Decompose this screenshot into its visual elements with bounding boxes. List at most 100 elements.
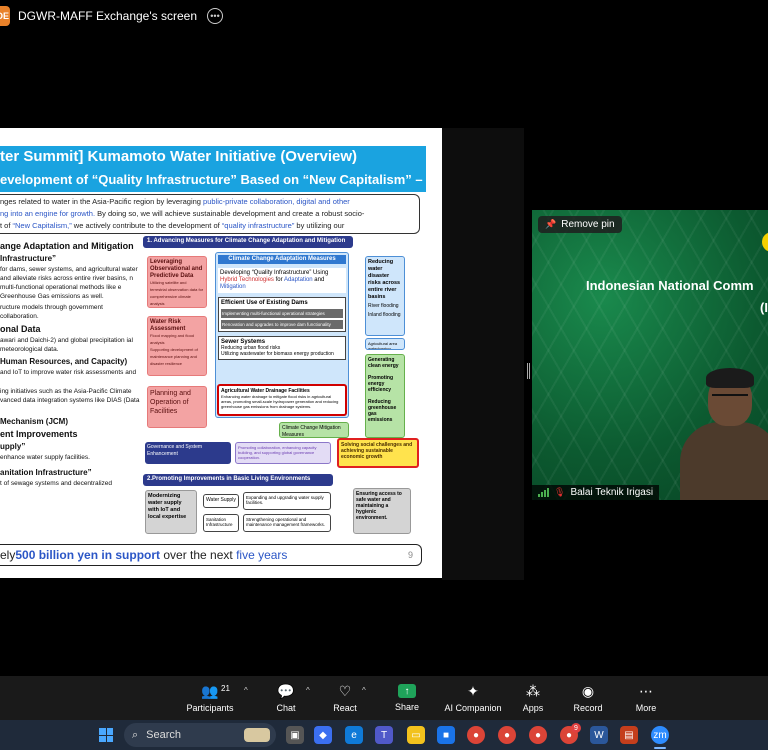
section-heading: Infrastructure” (0, 254, 57, 263)
file-explorer-icon[interactable]: ▭ (407, 726, 425, 744)
zoom-icon[interactable]: zm (651, 726, 669, 744)
teams-icon[interactable]: T (375, 726, 393, 744)
intro-highlight: “quality infrastructure” (221, 221, 295, 230)
slide-title: ter Summit] Kumamoto Water Initiative (O… (0, 148, 358, 165)
box-title: Water Risk Assessment (150, 319, 186, 332)
chat-caret-icon[interactable]: ^ (306, 686, 310, 695)
planning-box: Planning and Operation of Facilities (147, 386, 207, 428)
windows-start-icon[interactable] (99, 728, 113, 742)
mic-off-icon: 🎙 (554, 487, 566, 497)
section-heading: upply” (0, 442, 26, 451)
chat-button[interactable]: 💬 Chat (254, 676, 318, 720)
developing-box: Developing “Quality Infrastructure” Usin… (218, 268, 346, 293)
remove-pin-button[interactable]: 📌 Remove pin (538, 216, 622, 233)
footer-highlight: five years (236, 548, 288, 562)
chrome-icon[interactable]: ● (467, 726, 485, 744)
word-icon[interactable]: W (590, 726, 608, 744)
water-supply-box: Water Supply (203, 494, 239, 508)
sharer-badge: DE (0, 6, 10, 26)
react-button[interactable]: ♡ React (313, 676, 377, 720)
video-banner-title: Indonesian National Comm (586, 278, 754, 293)
copilot-icon[interactable]: ◆ (314, 726, 332, 744)
react-label: React (333, 703, 357, 713)
more-options-icon[interactable]: ••• (207, 8, 223, 24)
pdf-icon[interactable]: ▤ (620, 726, 638, 744)
box-highlight: Hybrid Technologies (220, 277, 274, 283)
ai-companion-button[interactable]: ✦ AI Companion (441, 676, 505, 720)
box-title: Reducing water disaster risks across ent… (368, 259, 401, 300)
section-heading: anitation Infrastructure” (0, 468, 92, 477)
agri-drainage-box: Agricultural Water Drainage Facilities E… (217, 384, 347, 416)
os-taskbar: ⌕ Search ▣ ◆ e T ▭ ■ ● ● ● ● 9 W ▤ zm (0, 720, 768, 750)
box-text: Enhancing water drainage to mitigate flo… (221, 394, 339, 409)
intro-highlight: ng into an engine for growth. (0, 209, 96, 218)
sanitation-box: Sanitation Infrastructure (203, 514, 239, 532)
sanitation-sub-box: Strengthening operational and maintenanc… (243, 514, 331, 532)
intro-text: by utilizing our (294, 221, 345, 230)
intro-text: t of (0, 221, 13, 230)
participant-name: Balai Teknik Irigasi (570, 487, 654, 498)
remove-pin-label: Remove pin (561, 219, 615, 230)
box-text: Renovation and upgrades to improve dam f… (221, 320, 343, 329)
participants-button[interactable]: 👥 Participants (178, 676, 242, 720)
dams-box: Efficient Use of Existing Dams Implement… (218, 297, 346, 332)
notification-badge: 9 (571, 723, 581, 733)
modernizing-box: Modernizing water supply with IoT and lo… (145, 490, 197, 534)
record-label: Record (573, 703, 603, 713)
participants-icon: 👥 (201, 683, 219, 699)
intro-text: nges related to water in the Asia-Pacifi… (0, 197, 204, 206)
footer-text: over the next (160, 548, 237, 562)
section-text: t of sewage systems and decentralized (0, 480, 113, 487)
box-text: Promoting energy efficiency (368, 375, 393, 393)
footer-highlight: 500 billion yen in support (15, 548, 161, 562)
slide-header: ter Summit] Kumamoto Water Initiative (O… (0, 146, 426, 192)
reducing-box: Reducing water disaster risks across ent… (365, 256, 405, 336)
share-button[interactable]: ↑ Share (375, 676, 439, 720)
meeting-toolbar: 👥 Participants 21 ^ 💬 Chat ^ ♡ React ^ ↑… (0, 676, 768, 720)
chat-icon: 💬 (277, 683, 295, 699)
share-title[interactable]: DGWR-MAFF Exchange's screen (18, 9, 197, 23)
edge-icon[interactable]: e (345, 726, 363, 744)
section-text: and IoT to improve water risk assessment… (0, 369, 137, 376)
water-risk-box: Water Risk Assessment Flood mapping and … (147, 316, 207, 376)
box-text: Utilizing satellite and terrestrial obse… (150, 280, 204, 306)
slide-subtitle: evelopment of “Quality Infrastructure” B… (0, 172, 423, 187)
box-highlight: Adaptation (283, 277, 313, 283)
box-text: and (312, 277, 325, 283)
video-tile[interactable]: 📌 Remove pin Indonesian National Comm (I… (532, 210, 768, 500)
solving-box: Solving social challenges and achieving … (337, 438, 419, 468)
box-text: Generating clean energy (368, 357, 399, 369)
ensuring-box: Ensuring access to safe water and mainta… (353, 488, 411, 534)
record-button[interactable]: ◉ Record (556, 676, 620, 720)
chrome-profile-2-icon[interactable]: ● (529, 726, 547, 744)
section-heading: ange Adaptation and Mitigation (0, 241, 134, 251)
participants-count: 21 (221, 684, 230, 693)
shared-slide: ter Summit] Kumamoto Water Initiative (O… (0, 128, 442, 578)
taskbar-search[interactable]: ⌕ Search (124, 723, 276, 747)
task-view-icon[interactable]: ▣ (286, 726, 304, 744)
share-icon: ↑ (398, 684, 416, 698)
more-button[interactable]: ⋯ More (614, 676, 678, 720)
agri-water-box: Agricultural area waterlogging (365, 338, 405, 350)
participant-body (680, 422, 768, 500)
react-caret-icon[interactable]: ^ (362, 686, 366, 695)
store-icon[interactable]: ■ (437, 726, 455, 744)
participants-caret-icon[interactable]: ^ (244, 686, 248, 695)
box-text: Reducing greenhouse gas emissions (368, 399, 397, 423)
pin-icon: 📌 (545, 219, 557, 229)
more-label: More (635, 703, 657, 713)
split-resize-handle[interactable] (527, 363, 530, 379)
section-text: enhance water supply facilities. (0, 454, 90, 461)
slide-intro: nges related to water in the Asia-Pacifi… (0, 194, 420, 234)
governance-sub-box: Promoting collaboration, enhancing capac… (235, 442, 331, 464)
energy-box: Generating clean energy Promoting energy… (365, 354, 405, 438)
box-text: Implementing multi-functional operationa… (221, 309, 343, 318)
water-supply-sub-box: Expanding and upgrading water supply fac… (243, 492, 331, 510)
chrome-profile-icon[interactable]: ● (498, 726, 516, 744)
intro-highlight: “New Capitalism,” (12, 221, 72, 230)
section-text: ructure models through government collab… (0, 304, 103, 320)
footer-text: ely (0, 548, 16, 562)
search-highlight-icon (244, 728, 270, 742)
section-band-1: 1. Advancing Measures for Climate Change… (143, 236, 353, 248)
section-heading: Human Resources, and Capacity) (0, 357, 128, 366)
